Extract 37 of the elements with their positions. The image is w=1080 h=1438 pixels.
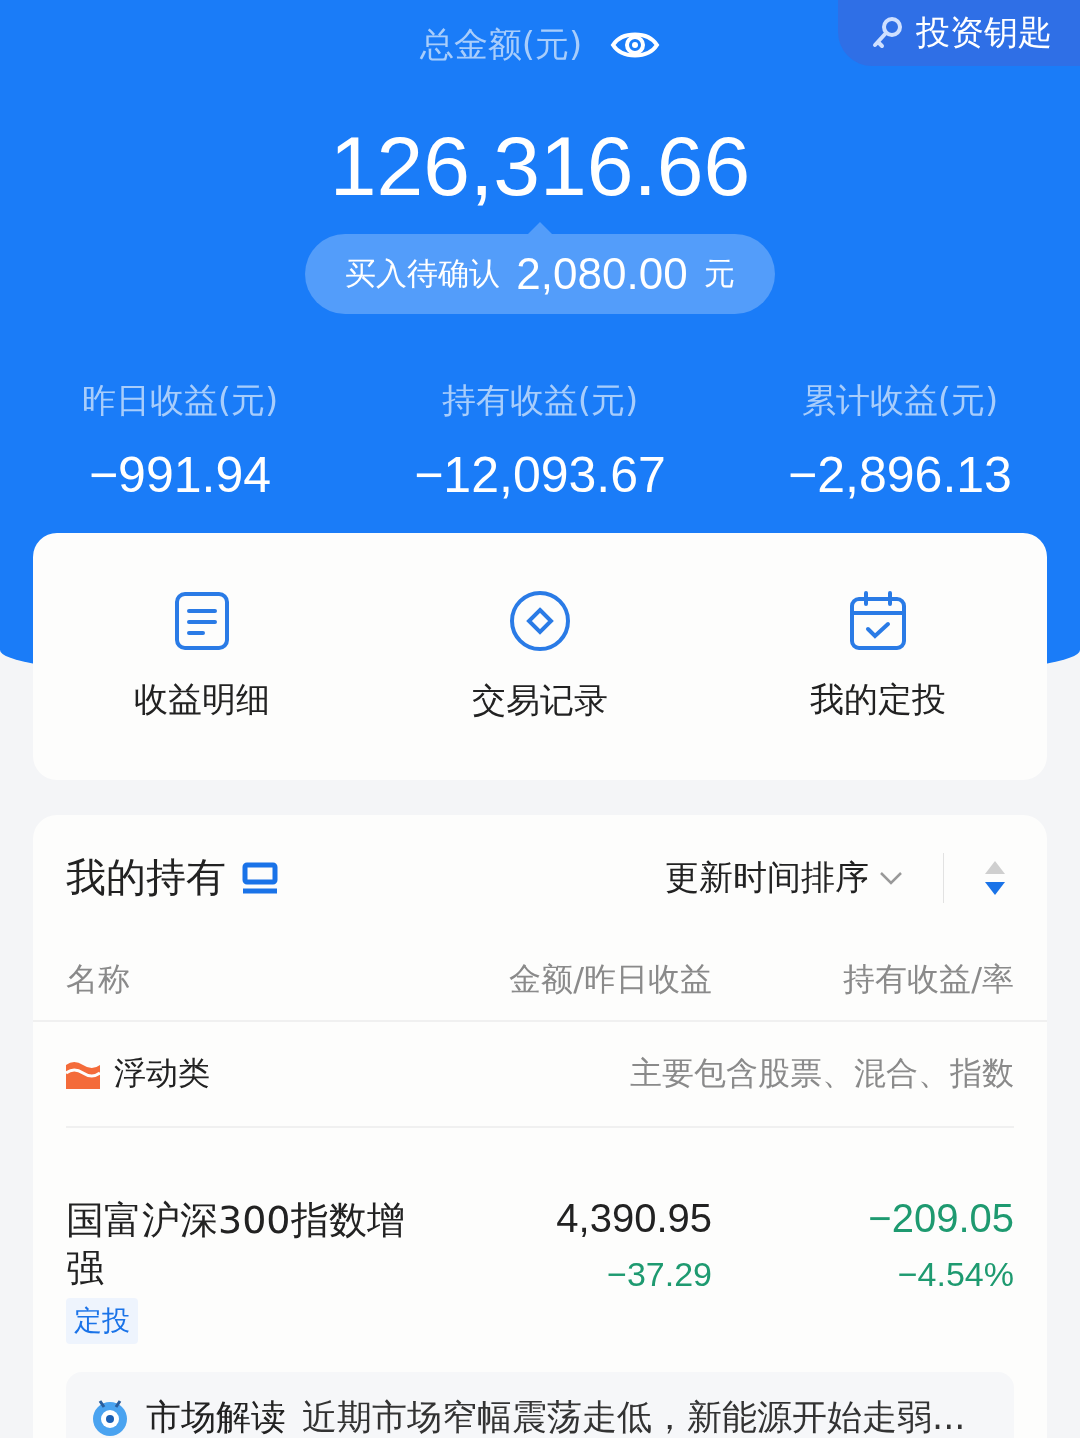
stat-label: 持有收益(元) bbox=[441, 379, 639, 422]
stat-value: −2,896.13 bbox=[788, 446, 1012, 504]
stat-value: −991.94 bbox=[88, 446, 272, 504]
shortcut-button[interactable]: 交易记录 bbox=[371, 533, 709, 780]
document-icon bbox=[174, 590, 230, 651]
sort-dropdown[interactable]: 更新时间排序 bbox=[665, 854, 903, 901]
pointer-icon bbox=[528, 222, 552, 234]
stat-label: 昨日收益(元) bbox=[81, 379, 279, 422]
fund-amount: 4,390.95 bbox=[556, 1196, 712, 1241]
profit-rate: −4.54% bbox=[897, 1255, 1014, 1294]
stat-label: 累计收益(元) bbox=[801, 379, 999, 422]
fund-tag: 定投 bbox=[66, 1298, 138, 1344]
column-header: 金额/昨日收益 bbox=[508, 959, 712, 1000]
total-amount: 126,316.66 bbox=[329, 118, 751, 215]
sort-order-icon[interactable] bbox=[984, 859, 1006, 896]
category-name: 浮动类 bbox=[114, 1053, 210, 1094]
fund-name[interactable]: 国富沪深300指数增强 bbox=[66, 1196, 436, 1292]
wave-icon bbox=[66, 1059, 100, 1089]
stat-value: −12,093.67 bbox=[414, 446, 666, 504]
yesterday-profit: −37.29 bbox=[607, 1255, 712, 1294]
monitor-icon[interactable] bbox=[242, 861, 278, 894]
shortcut-button[interactable]: 收益明细 bbox=[33, 533, 371, 780]
calendar-icon bbox=[849, 590, 907, 651]
insight-text: 近期市场窄幅震荡走低，新能源开始走弱... bbox=[302, 1395, 966, 1438]
total-label: 总金额(元) bbox=[419, 23, 583, 66]
holding-profit: −209.05 bbox=[868, 1196, 1014, 1241]
column-header: 名称 bbox=[66, 959, 131, 1000]
insight-banner[interactable]: 市场解读 近期市场窄幅震荡走低，新能源开始走弱... bbox=[66, 1372, 1014, 1438]
category-note: 主要包含股票、混合、指数 bbox=[630, 1053, 1014, 1094]
column-header: 持有收益/率 bbox=[842, 959, 1014, 1000]
shortcut-button[interactable]: 我的定投 bbox=[709, 533, 1047, 780]
key-icon bbox=[872, 17, 902, 49]
insight-title: 市场解读 bbox=[146, 1395, 286, 1438]
chevron-down-icon bbox=[879, 870, 903, 885]
key-button[interactable]: 投资钥匙 bbox=[838, 0, 1080, 66]
diamond-circle-icon bbox=[509, 589, 571, 652]
section-title: 我的持有 bbox=[66, 853, 226, 902]
